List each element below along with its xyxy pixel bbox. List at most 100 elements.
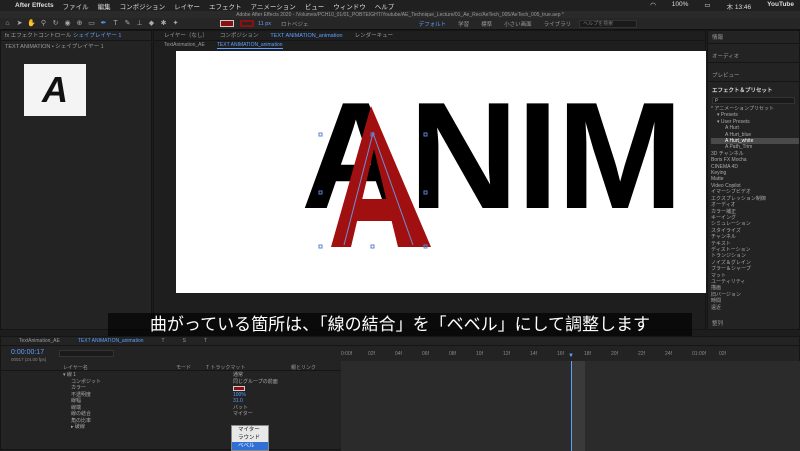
- tool-bar: ⌂ ➤ ✋ ⚲ ↻ ◉ ⊕ ▭ ✒ T ✎ ⊥ ◆ ✱ ✦ 11 px ロトベジ…: [0, 18, 800, 30]
- thumbnail-letter: A: [42, 69, 68, 110]
- ruler-tick-label: 06f: [422, 351, 429, 357]
- hand-tool-icon[interactable]: ✋: [27, 19, 36, 28]
- effects-tree-item[interactable]: 遠近: [711, 305, 799, 311]
- workspace-learn[interactable]: 学習: [458, 20, 469, 28]
- timeline-tab[interactable]: TextAnimation_AE: [19, 337, 60, 345]
- property-value[interactable]: [233, 386, 245, 391]
- effects-presets-header[interactable]: エフェクト＆プリセット: [708, 84, 799, 96]
- battery-icon[interactable]: ▭: [704, 1, 710, 11]
- app-menu[interactable]: After Effects: [15, 2, 54, 9]
- effects-search-input[interactable]: ρ: [712, 97, 795, 104]
- ruler-tick-label: 02f: [719, 351, 726, 357]
- menu-window[interactable]: ウィンドウ: [333, 1, 366, 11]
- bbox-handle: [318, 132, 323, 137]
- ruler-tick-label: 10f: [476, 351, 483, 357]
- effect-controls-path: TEXT ANIMATION • シェイプレイヤー 1: [5, 44, 104, 50]
- rectangle-tool-icon[interactable]: ▭: [87, 19, 96, 28]
- track-area[interactable]: [341, 361, 800, 451]
- eraser-tool-icon[interactable]: ◆: [147, 19, 156, 28]
- battery-label: 100%: [671, 0, 689, 8]
- menu-animation[interactable]: アニメーション: [250, 1, 295, 11]
- menu-view[interactable]: ビュー: [305, 1, 325, 11]
- timeline-tabs: TextAnimation_AE TEXT ANIMATION_animation…: [1, 337, 799, 346]
- workspace-standard[interactable]: 標準: [481, 20, 492, 28]
- stroke-color-swatch[interactable]: [240, 20, 254, 27]
- bbox-handle: [318, 244, 323, 249]
- comp-subtab-active[interactable]: TEXT ANIMATION_animation: [216, 41, 283, 49]
- timeline-search-input[interactable]: [59, 350, 114, 357]
- brush-tool-icon[interactable]: ✎: [123, 19, 132, 28]
- camera-tool-icon[interactable]: ◉: [63, 19, 72, 28]
- zoom-tool-icon[interactable]: ⚲: [39, 19, 48, 28]
- timeline-property-row[interactable]: ▸ 破線: [1, 424, 341, 431]
- red-a-shape: [331, 106, 431, 247]
- timeline-layer-rows: ▾ 線 1 通常 コンポジット 同じグループの前面 カラー 不透明度 100% 線幅 31.0 線…: [1, 372, 341, 431]
- timeline-tab[interactable]: T: [204, 337, 207, 345]
- col-parent[interactable]: 親とリンク: [291, 364, 316, 371]
- puppet-tool-icon[interactable]: ✦: [171, 19, 180, 28]
- ruler-tick-label: 18f: [584, 351, 591, 357]
- tab-layer[interactable]: レイヤー（なし）: [164, 31, 208, 40]
- stroke-width-value[interactable]: 11 px: [258, 21, 271, 27]
- layer-thumbnail: A: [24, 64, 86, 116]
- col-layer-name[interactable]: レイヤー名: [63, 364, 88, 371]
- workspace-default[interactable]: デフォルト: [419, 20, 447, 28]
- workspace-library[interactable]: ライブラリ: [544, 20, 572, 28]
- help-search-input[interactable]: ヘルプを検索: [579, 19, 638, 28]
- bbox-handle: [423, 132, 428, 137]
- timecode-fps: 00017 (24.00 fps): [11, 357, 47, 362]
- right-panel: 情報 オーディオ プレビュー エフェクト＆プリセット ρ * アニメーションプリ…: [707, 30, 800, 330]
- col-mode[interactable]: モード: [176, 364, 191, 371]
- dropdown-option[interactable]: ベベル: [232, 442, 268, 450]
- menu-help[interactable]: ヘルプ: [375, 1, 395, 11]
- col-trackmatte[interactable]: T トラックマット: [206, 364, 245, 371]
- shape-layer-a[interactable]: [176, 51, 706, 293]
- youtube-label[interactable]: YouTube: [767, 1, 794, 11]
- timeline-tab[interactable]: T: [162, 337, 165, 345]
- ruler-tick-label: 02f: [368, 351, 375, 357]
- timeline-tab[interactable]: TEXT ANIMATION_animation: [78, 337, 144, 345]
- tab-effect-layer[interactable]: シェイプレイヤー 1: [73, 33, 121, 39]
- fill-color-swatch[interactable]: [220, 20, 234, 27]
- bbox-handle: [370, 244, 375, 249]
- clone-tool-icon[interactable]: ⊥: [135, 19, 144, 28]
- timeline-tab[interactable]: S: [183, 337, 186, 345]
- selection-tool-icon[interactable]: ➤: [15, 19, 24, 28]
- rotate-tool-icon[interactable]: ↻: [51, 19, 60, 28]
- ruler-tick-label: 04f: [395, 351, 402, 357]
- menu-layer[interactable]: レイヤー: [174, 1, 200, 11]
- audio-section[interactable]: オーディオ: [708, 50, 799, 63]
- menu-file[interactable]: ファイル: [63, 1, 89, 11]
- align-section[interactable]: 整列: [712, 319, 723, 327]
- ruler-tick-label: 20f: [611, 351, 618, 357]
- pen-tool-icon[interactable]: ✒: [99, 19, 108, 28]
- menu-effect[interactable]: エフェクト: [209, 1, 242, 11]
- timecode[interactable]: 0:00:00:17: [11, 349, 44, 356]
- playhead-icon[interactable]: ▼: [568, 353, 574, 359]
- tab-comp-name[interactable]: TEXT ANIMATION_animation: [270, 31, 342, 40]
- dropdown-option[interactable]: マイター: [232, 426, 268, 434]
- rotobezier-label[interactable]: ロトベジェ: [281, 20, 309, 28]
- info-section[interactable]: 情報: [708, 31, 799, 44]
- menu-edit[interactable]: 編集: [98, 1, 111, 11]
- tab-render-queue[interactable]: レンダーキュー: [355, 31, 394, 40]
- mac-menu-bar: After Effects ファイル 編集 コンポジション レイヤー エフェクト…: [0, 0, 800, 11]
- comp-canvas[interactable]: ANIM: [176, 51, 706, 293]
- pan-behind-tool-icon[interactable]: ⊕: [75, 19, 84, 28]
- ruler-tick-label: 14f: [530, 351, 537, 357]
- preview-section[interactable]: プレビュー: [708, 69, 799, 82]
- tab-effect-controls[interactable]: fx エフェクトコントロール: [5, 33, 71, 39]
- comp-subtab-ae[interactable]: TextAnimation_AE: [164, 41, 205, 49]
- clock[interactable]: 木 13:46: [727, 1, 752, 11]
- dropdown-option[interactable]: ラウンド: [232, 434, 268, 442]
- menu-composition[interactable]: コンポジション: [120, 1, 166, 11]
- ruler-tick-label: 08f: [449, 351, 456, 357]
- workspace-small-screen[interactable]: 小さい画面: [504, 20, 532, 28]
- playhead-line[interactable]: [571, 361, 572, 451]
- tab-composition[interactable]: コンポジション: [220, 31, 259, 40]
- home-icon[interactable]: ⌂: [3, 19, 12, 28]
- text-tool-icon[interactable]: T: [111, 19, 120, 28]
- roto-tool-icon[interactable]: ✱: [159, 19, 168, 28]
- line-join-dropdown[interactable]: マイター ラウンド ベベル: [231, 425, 269, 451]
- wifi-icon[interactable]: ◠: [650, 1, 656, 11]
